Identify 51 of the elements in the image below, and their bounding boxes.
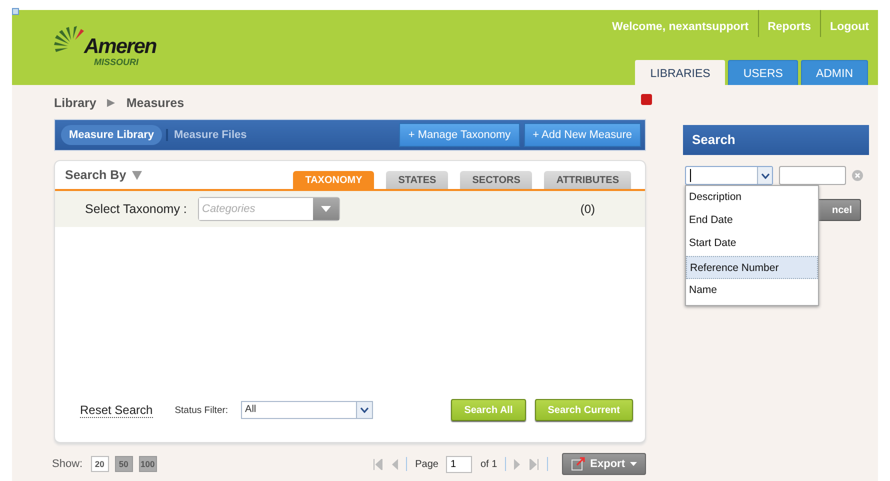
nav-tab[interactable]: ADMIN (800, 60, 868, 85)
search-value-field[interactable] (779, 166, 846, 185)
status-filter-select[interactable]: All (241, 401, 374, 419)
small-square-icon (12, 8, 19, 15)
previous-page-icon[interactable] (391, 458, 398, 470)
first-page-icon[interactable] (373, 458, 384, 470)
logo-name: Ameren (84, 37, 156, 57)
page-label: Page (415, 458, 438, 470)
arrow-icon (106, 98, 116, 108)
taxonomy-select[interactable]: Categories (198, 197, 340, 221)
field-select[interactable] (685, 166, 773, 185)
dropdown-option[interactable]: Name (686, 278, 818, 302)
breadcrumb-item: Measures (126, 96, 184, 110)
caret-icon (630, 462, 637, 466)
search-by-label: Search By (65, 168, 126, 182)
show-label: Show: (52, 458, 83, 470)
search-tab[interactable]: STATES (386, 171, 448, 189)
clear-icon[interactable] (852, 170, 863, 181)
toolbar-tab[interactable]: Measure Files (166, 129, 253, 141)
export-button[interactable]: Export (562, 453, 646, 475)
search-tab[interactable]: SECTORS (460, 171, 532, 189)
logo-subtitle: MISSOURI (94, 57, 140, 67)
status-filter-label: Status Filter: (174, 404, 228, 416)
caret-icon (321, 206, 331, 212)
reset-search-link[interactable]: Reset Search (80, 402, 153, 418)
search-tab[interactable]: TAXONOMY (293, 171, 374, 189)
page-size-button[interactable]: 100 (138, 456, 157, 472)
export-icon (571, 457, 586, 471)
dropdown-option[interactable]: Reference Number (686, 256, 818, 279)
breadcrumb-item[interactable]: Library (54, 96, 96, 110)
page-size-button[interactable]: 50 (114, 456, 133, 472)
result-count: (0) (580, 202, 595, 216)
toolbar-tab[interactable]: Measure Library (61, 125, 162, 145)
nav-tab[interactable]: USERS (728, 60, 798, 85)
page-number-field[interactable]: 1 (446, 456, 472, 472)
toolbar-button[interactable]: + Add New Measure (524, 123, 641, 147)
close-marker-icon[interactable] (641, 94, 652, 105)
taxonomy-label: Select Taxonomy : (85, 202, 188, 216)
toolbar-button[interactable]: + Manage Taxonomy (399, 123, 520, 147)
welcome-text: Welcome, nexantsupport (611, 20, 750, 35)
next-page-icon[interactable] (514, 458, 522, 470)
dropdown-option[interactable]: Start Date (686, 232, 818, 256)
search-tab[interactable]: ATTRIBUTES (544, 171, 631, 189)
chevron-down-icon (760, 172, 770, 178)
nav-tab[interactable]: LIBRARIES (635, 60, 726, 85)
search-panel-header: Search (683, 125, 869, 155)
last-page-icon[interactable] (529, 458, 540, 470)
chevron-down-icon (360, 407, 370, 413)
caret-icon[interactable] (132, 170, 142, 180)
page-count: of 1 (480, 458, 498, 470)
page-size-button[interactable]: 20 (90, 456, 109, 472)
